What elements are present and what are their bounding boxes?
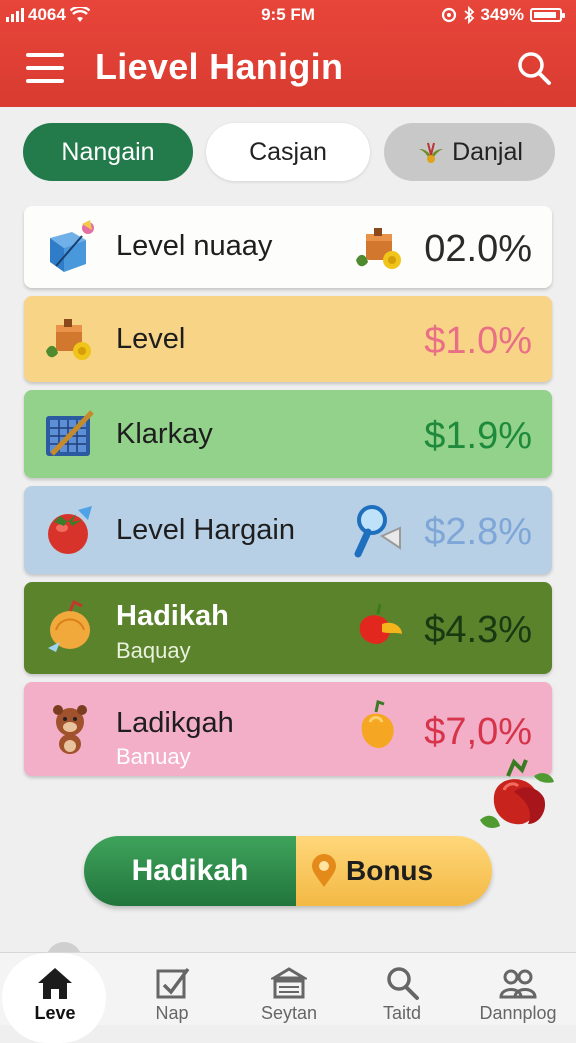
herb-icon: [419, 142, 444, 163]
tomato-icon: [48, 506, 92, 554]
pepper-icon: [359, 603, 402, 644]
bank-icon: [271, 967, 307, 999]
level-card-3-value: $1.9%: [424, 415, 532, 457]
level-card-4-label: Level Hargain: [116, 514, 295, 546]
app-header: 4064 9:5 FM 349% Lievel Hanigin: [0, 0, 576, 107]
crate-icon: [46, 319, 91, 360]
nav-item-label: Dannplog: [479, 1003, 557, 1023]
search-icon: [387, 967, 419, 1000]
bonus-left-label: Hadikah: [84, 836, 296, 906]
magnifier-icon: [354, 505, 401, 558]
nav-item-taitd[interactable]: Taitd: [352, 953, 452, 1025]
grid-tablet-icon: [46, 410, 94, 456]
level-card-3[interactable]: Klarkay $1.9%: [24, 390, 552, 478]
level-card-2-value: $1.0%: [424, 320, 532, 362]
level-card-5[interactable]: Hadikah Baquay $4.3%: [24, 582, 552, 674]
level-card-6-label: Ladikgah: [116, 707, 234, 739]
alarm-icon: [441, 7, 456, 23]
level-card-3-label: Klarkay: [116, 418, 213, 450]
level-card-1[interactable]: Level nuaay 02.0%: [24, 206, 552, 288]
battery-icon: [530, 8, 565, 22]
level-card-1-value: 02.0%: [424, 228, 532, 270]
page-title: Lievel Hanigin: [95, 46, 344, 87]
nav-item-seytan[interactable]: Seytan: [239, 953, 339, 1025]
bonus-right-label: Bonus: [346, 855, 434, 886]
nav-item-label: Taitd: [382, 1003, 422, 1023]
level-card-2[interactable]: Level $1.0%: [24, 296, 552, 382]
bear-icon: [53, 705, 87, 754]
nav-item-label: Leve: [34, 1003, 76, 1023]
level-card-5-sub: Baquay: [116, 638, 191, 663]
nav-item-nap[interactable]: Nap: [122, 953, 222, 1025]
yellow-pepper-icon: [361, 700, 394, 748]
tab-casjan[interactable]: Casjan: [206, 123, 370, 181]
search-button[interactable]: [514, 48, 554, 88]
filter-tabs: Nangain Casjan Danjal: [23, 123, 555, 183]
level-card-4[interactable]: Level Hargain $2.8%: [24, 486, 552, 574]
pepper-decoration-icon: [480, 758, 554, 828]
menu-button[interactable]: [26, 53, 64, 83]
status-bar: 4064 9:5 FM 349%: [0, 0, 576, 30]
nav-item-label: Nap: [155, 1003, 189, 1023]
people-icon: [499, 969, 537, 999]
nav-item-leve[interactable]: Leve: [5, 953, 105, 1025]
bottom-navigation: Leve Nap Seytan Taitd Dannplog: [0, 952, 576, 1043]
level-card-6-sub: Banuay: [116, 744, 191, 769]
level-card-5-value: $4.3%: [424, 609, 532, 651]
checkbox-icon: [156, 967, 190, 999]
location-pin-icon: [312, 854, 336, 887]
tab-danjal-label: Danjal: [452, 137, 523, 166]
tab-nangain[interactable]: Nangain: [23, 123, 193, 181]
level-card-4-value: $2.8%: [424, 511, 532, 553]
battery-percent: 349%: [480, 5, 524, 24]
home-icon: [38, 968, 72, 999]
bonus-button[interactable]: Hadikah Bonus: [84, 836, 492, 906]
blue-cube-icon: [50, 220, 94, 272]
bluetooth-icon: [463, 6, 474, 24]
level-card-5-label: Hadikah: [116, 600, 229, 632]
level-card-6[interactable]: Ladikgah Banuay $7,0%: [24, 682, 552, 776]
crate-icon: [356, 228, 401, 269]
nav-item-label: Seytan: [260, 1003, 318, 1023]
level-card-2-label: Level: [116, 323, 186, 355]
level-card-6-value: $7,0%: [424, 711, 532, 753]
level-card-1-label: Level nuaay: [116, 230, 273, 262]
nav-item-dannplog[interactable]: Dannplog: [468, 953, 568, 1025]
search-icon: [518, 52, 551, 85]
tab-danjal[interactable]: Danjal: [384, 123, 555, 181]
onion-icon: [48, 599, 90, 652]
